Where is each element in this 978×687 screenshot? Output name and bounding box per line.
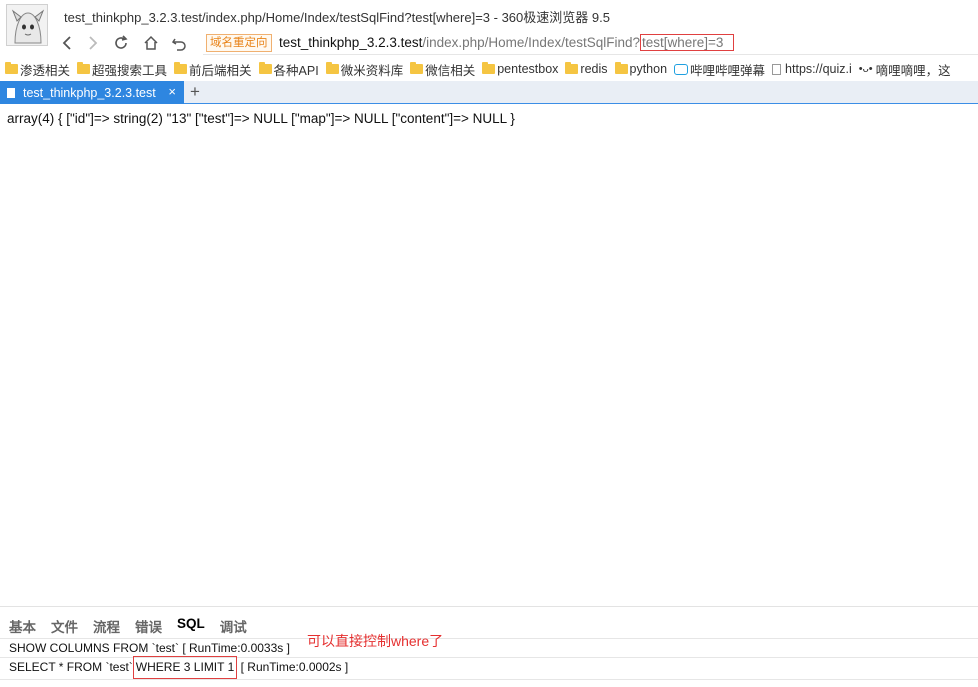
window-title: test_thinkphp_3.2.3.test/index.php/Home/…	[64, 10, 610, 25]
url-path: /index.php/Home/Index/testSqlFind?	[422, 35, 640, 50]
bookmark-label: 超强搜索工具	[92, 63, 168, 78]
bookmark-folder[interactable]: 微信相关	[410, 60, 475, 79]
undo-close-button[interactable]	[168, 32, 190, 54]
forward-arrow-icon	[89, 36, 98, 50]
sql-query-line: SELECT * FROM `test` WHERE 3 LIMIT 1 [ Ru…	[9, 656, 349, 679]
bookmark-label: pentestbox	[497, 62, 559, 76]
folder-icon	[325, 62, 339, 74]
debug-trace-panel: 基本 文件 流程 错误 SQL 调试 SHOW COLUMNS FROM `te…	[0, 606, 978, 687]
folder-icon	[5, 62, 18, 74]
home-button[interactable]	[140, 32, 162, 54]
folder-icon	[77, 62, 91, 74]
bookmark-link[interactable]: •ᴗ• 嘀哩嘀哩，这	[859, 60, 951, 79]
home-icon	[144, 35, 158, 50]
smile-icon: •ᴗ•	[858, 63, 873, 75]
bookmark-folder[interactable]: 微米资料库	[325, 60, 404, 79]
bookmark-folder[interactable]: redis	[565, 62, 608, 76]
back-arrow-icon	[62, 36, 71, 50]
bookmark-label: 前后端相关	[189, 63, 252, 78]
bookmark-label: 嘀哩嘀哩，这	[875, 63, 951, 78]
reload-button[interactable]	[110, 32, 132, 54]
folder-icon	[258, 62, 272, 74]
sql-prefix: SELECT * FROM `test`	[9, 660, 133, 674]
folder-icon	[410, 62, 424, 74]
trace-tab-debug[interactable]: 调试	[220, 616, 247, 636]
bookmark-label: 微米资料库	[340, 63, 404, 78]
bookmark-label: 微信相关	[425, 63, 476, 78]
bookmark-label: 渗透相关	[20, 63, 71, 78]
url-query-highlight: test[where]=3	[640, 34, 735, 51]
document-icon	[7, 87, 15, 98]
trace-tab-basic[interactable]: 基本	[9, 616, 36, 636]
tab-title: test_thinkphp_3.2.3.test	[23, 85, 156, 100]
trace-tab-files[interactable]: 文件	[51, 616, 78, 636]
bookmark-folder[interactable]: python	[614, 62, 668, 76]
sql-where-highlight: WHERE 3 LIMIT 1	[132, 656, 238, 679]
url-host: test_thinkphp_3.2.3.test	[279, 35, 423, 50]
address-bar[interactable]: 域名重定向 test_thinkphp_3.2.3.test/index.php…	[203, 31, 978, 55]
bookmark-label: https://quiz.i	[785, 62, 852, 76]
bookmark-folder[interactable]: pentestbox	[482, 62, 558, 76]
bookmark-label: 各种API	[273, 63, 319, 78]
tab-strip: test_thinkphp_3.2.3.test × +	[0, 81, 978, 104]
navigation-bar: 域名重定向 test_thinkphp_3.2.3.test/index.php…	[0, 30, 978, 56]
url-text[interactable]: test_thinkphp_3.2.3.test/index.php/Home/…	[279, 34, 735, 51]
bookmark-folder[interactable]: 超强搜索工具	[77, 60, 167, 79]
new-tab-button[interactable]: +	[190, 82, 206, 102]
page-icon	[772, 63, 782, 75]
annotation-note: 可以直接控制where了	[307, 633, 444, 649]
tab-active[interactable]: test_thinkphp_3.2.3.test ×	[0, 81, 184, 104]
folder-icon	[482, 62, 496, 74]
bookmark-link[interactable]: https://quiz.i	[772, 62, 852, 76]
bookmarks-bar: 渗透相关 超强搜索工具 前后端相关 各种API 微米资料库 微信相关 pente…	[0, 58, 978, 80]
back-button[interactable]	[56, 32, 78, 54]
close-icon[interactable]: ×	[168, 84, 176, 99]
var-dump-output: array(4) { ["id"]=> string(2) "13" ["tes…	[7, 111, 515, 126]
forward-button[interactable]	[82, 32, 104, 54]
trace-tab-sql[interactable]: SQL	[177, 616, 205, 636]
folder-icon	[614, 62, 628, 74]
bookmark-label: redis	[580, 62, 608, 76]
bookmark-folder[interactable]: 渗透相关	[5, 60, 70, 79]
redirect-badge[interactable]: 域名重定向	[206, 34, 272, 52]
folder-icon	[174, 62, 188, 74]
sql-runtime: [ RunTime:0.0002s ]	[240, 660, 349, 674]
bookmark-label: 哔哩哔哩弹幕	[690, 63, 766, 78]
divider	[0, 679, 978, 680]
divider	[0, 638, 978, 639]
trace-tabs: 基本 文件 流程 错误 SQL 调试	[9, 616, 262, 636]
reload-icon	[115, 35, 128, 49]
bookmark-label: python	[629, 62, 668, 76]
bookmark-folder[interactable]: 各种API	[258, 60, 319, 79]
title-bar: test_thinkphp_3.2.3.test/index.php/Home/…	[0, 0, 978, 46]
bookmark-folder[interactable]: 前后端相关	[174, 60, 252, 79]
bilibili-icon	[674, 63, 689, 75]
bookmark-link[interactable]: 哔哩哔哩弹幕	[674, 60, 765, 79]
undo-icon	[171, 38, 186, 51]
trace-tab-flow[interactable]: 流程	[93, 616, 120, 636]
trace-tab-errors[interactable]: 错误	[135, 616, 162, 636]
sql-query-line: SHOW COLUMNS FROM `test` [ RunTime:0.003…	[9, 641, 290, 655]
folder-icon	[565, 62, 579, 74]
